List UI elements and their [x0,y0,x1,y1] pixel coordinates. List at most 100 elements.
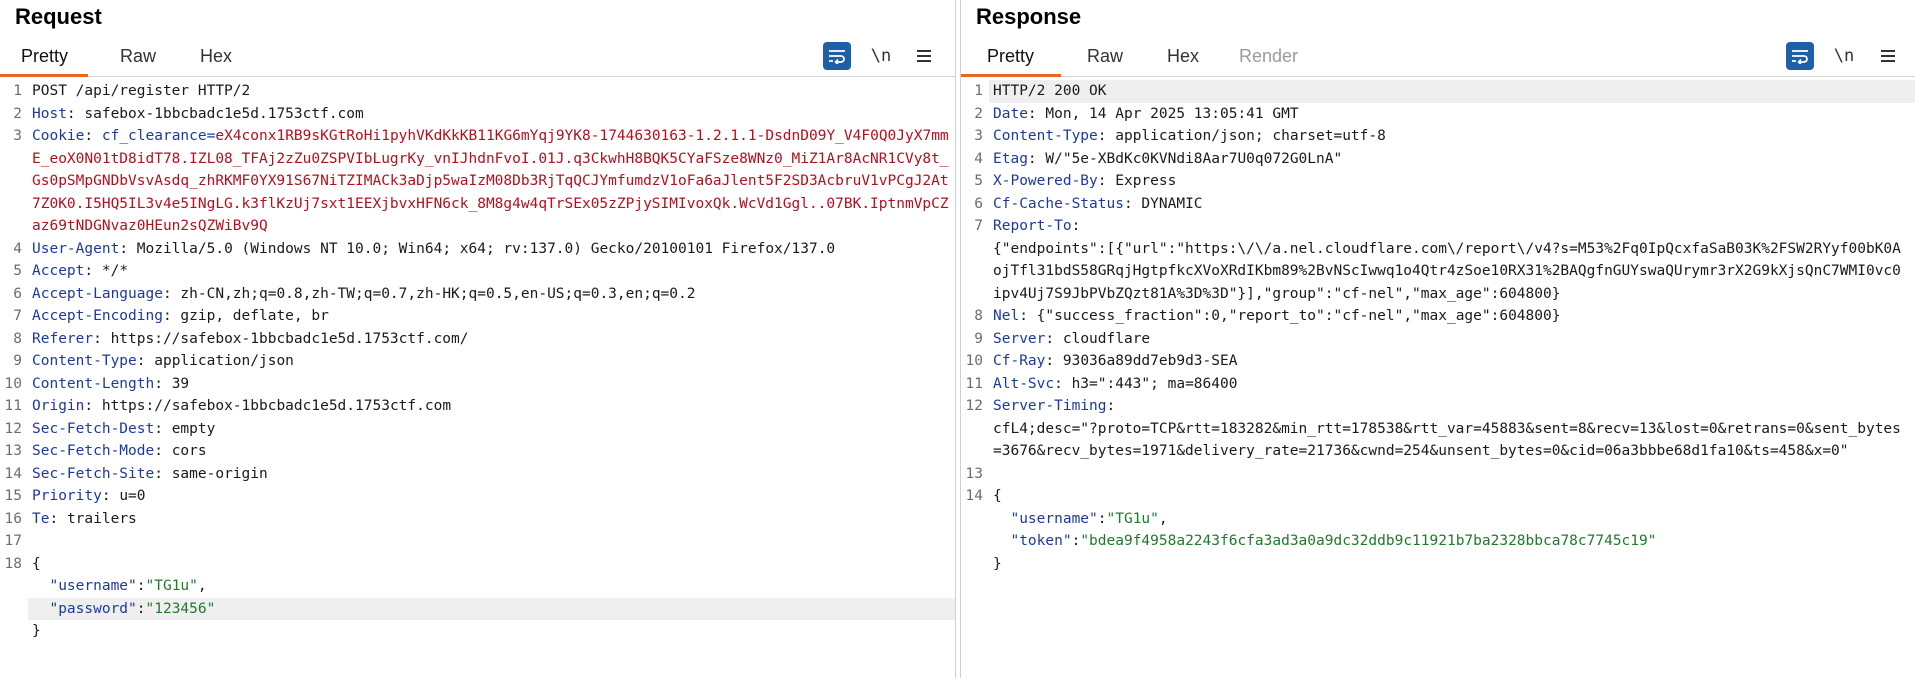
header-name: Sec-Fetch-Site [32,465,155,482]
line-number: 14 [4,465,22,482]
header-name: Accept-Encoding [32,308,163,324]
line-content: Cf-Cache-Status: DYNAMIC [993,195,1203,212]
code-line: 17 [0,530,955,553]
header-value: DYNAMIC [1141,195,1203,212]
plain-text: { [993,488,1002,504]
code-line: 5 X-Powered-By: Express [961,170,1915,193]
plain-text: } [32,623,41,639]
tab-raw[interactable]: Raw [114,46,162,67]
code-line: 6 Cf-Cache-Status: DYNAMIC [961,193,1915,216]
code-line: } [961,553,1915,576]
hamburger-menu-icon[interactable] [910,42,938,70]
tab-raw[interactable]: Raw [1081,46,1129,67]
request-panel: Request Pretty Raw Hex \n 1 POST /api/reg… [0,0,955,678]
json-key: "password" [49,600,137,617]
line-content: Server: cloudflare [993,330,1151,347]
code-line: 11 Alt-Svc: h3=":443"; ma=86400 [961,373,1915,396]
header-name: Etag [993,150,1028,167]
line-content: { [989,485,1915,508]
line-content: Cookie: cf_clearance=eX4conx1RB9sKGtRoHi… [32,128,949,234]
header-name: Accept [32,263,85,279]
code-line: 11 Origin: https://safebox-1bbcbadc1e5d.1… [0,395,955,418]
line-content: Te: trailers [32,510,137,527]
header-name: Alt-Svc [993,375,1055,392]
header-name: Priority [32,488,102,504]
line-content: Alt-Svc: h3=":443"; ma=86400 [993,375,1238,392]
code-line: 9 Server: cloudflare [961,328,1915,351]
plain-text: POST /api/register HTTP/2 [32,83,251,99]
line-content: Accept-Language: zh-CN,zh;q=0.8,zh-TW;q=… [32,285,696,302]
line-number: 8 [13,330,22,347]
header-name: Sec-Fetch-Dest [32,420,155,437]
response-panel: Response Pretty Raw Hex Render \n 1 HTTP/… [961,0,1915,678]
line-content: X-Powered-By: Express [993,173,1177,189]
header-name: Cookie [32,128,85,144]
text-wrap-icon[interactable] [1786,42,1814,70]
text-wrap-icon[interactable] [823,42,851,70]
line-number: 10 [4,375,22,392]
line-number: 17 [4,533,22,549]
code-line: 7 Accept-Encoding: gzip, deflate, br [0,305,955,328]
header-value: safebox-1bbcbadc1e5d.1753ctf.com [84,105,364,122]
header-value: application/json; charset=utf-8 [1115,128,1386,144]
header-value: u=0 [119,488,146,504]
header-value: application/json [154,353,294,369]
header-name: Sec-Fetch-Mode [32,443,155,459]
tab-hex[interactable]: Hex [194,46,238,67]
code-line: 6 Accept-Language: zh-CN,zh;q=0.8,zh-TW;q… [0,283,955,306]
line-content: Priority: u=0 [32,488,146,504]
line-number [961,418,989,463]
json-key: "username" [1010,510,1098,527]
line-content [28,530,955,553]
request-editor[interactable]: 1 POST /api/register HTTP/2 2 Host: safebox… [0,80,955,678]
header-name: User-Agent [32,240,120,257]
code-line: "username":"TG1u", [0,575,955,598]
line-content [989,463,1915,486]
code-line: 3 Content-Type: application/json; charset… [961,125,1915,148]
header-value: zh-CN,zh;q=0.8,zh-TW;q=0.7,zh-HK;q=0.5,e… [180,285,696,302]
tab-pretty[interactable]: Pretty [15,46,74,67]
header-value: cors [171,443,207,459]
header-value: */* [101,263,129,279]
response-editor[interactable]: 1 HTTP/2 200 OK 2 Date: Mon, 14 Apr 2025 13… [961,80,1915,678]
code-line: 2 Host: safebox-1bbcbadc1e5d.1753ctf.com [0,103,955,126]
line-number: 3 [13,128,22,144]
code-line: 2 Date: Mon, 14 Apr 2025 13:05:41 GMT [961,103,1915,126]
json-key: "token" [1010,533,1072,549]
header-value: W/"5e-XBdKc0KVNdi8Aar7U0q072G0LnA" [1045,150,1343,167]
tab-render[interactable]: Render [1233,46,1304,67]
code-line: 14 Sec-Fetch-Site: same-origin [0,463,955,486]
code-line: 5 Accept: */* [0,260,955,283]
line-number: 1 [974,83,983,99]
line-content: Accept-Encoding: gzip, deflate, br [32,308,329,324]
line-content: "username":"TG1u", [1010,510,1168,527]
line-content: HTTP/2 200 OK [989,80,1915,103]
json-string: "TG1u" [145,578,198,594]
code-line: } [0,620,955,643]
code-line: 8 Referer: https://safebox-1bbcbadc1e5d.1… [0,328,955,351]
tab-hex[interactable]: Hex [1161,46,1205,67]
line-number: 7 [974,218,983,234]
hamburger-menu-icon[interactable] [1874,42,1902,70]
plain-text: {"endpoints":[{"url":"https:\/\/a.nel.cl… [993,240,1901,302]
line-number: 10 [965,353,983,369]
tab-pretty[interactable]: Pretty [981,46,1040,67]
code-line: {"endpoints":[{"url":"https:\/\/a.nel.cl… [961,238,1915,306]
line-number: 6 [974,195,983,212]
header-name: Nel [993,308,1020,324]
response-tabs: Pretty Raw Hex Render \n [961,40,1915,77]
json-comma: , [197,578,207,594]
line-content: Date: Mon, 14 Apr 2025 13:05:41 GMT [993,105,1299,122]
line-number: 13 [4,443,22,459]
header-name: Server [993,330,1046,347]
newline-toggle[interactable]: \n [867,42,895,70]
line-number: 16 [4,510,22,527]
header-value: 93036a89dd7eb9d3-SEA [1062,353,1238,369]
line-number: 6 [13,285,22,302]
header-value: cloudflare [1062,330,1151,347]
code-line: 8 Nel: {"success_fraction":0,"report_to":… [961,305,1915,328]
line-number: 1 [13,83,22,99]
line-number: 2 [13,105,22,122]
plain-text: HTTP/2 200 OK [993,83,1107,99]
newline-toggle[interactable]: \n [1830,42,1858,70]
